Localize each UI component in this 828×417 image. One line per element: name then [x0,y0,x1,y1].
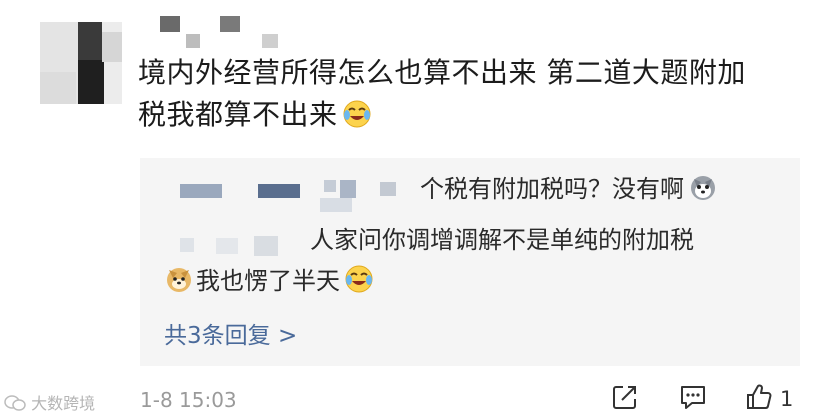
watermark: 大数跨境 [4,390,95,414]
laugh-cry-icon [342,99,372,129]
comment-text-line1: 境内外经营所得怎么也算不出来 第二道大题附加 [138,56,746,89]
timestamp: 1-8 15:03 [140,388,237,412]
like-button[interactable]: 1 [744,382,793,416]
reply1-text: 个税有附加税吗？没有啊 [420,175,684,203]
thumbs-up-icon [744,382,774,416]
comment-text: 境内外经营所得怎么也算不出来 第二道大题附加 税我都算不出来 [138,52,778,136]
comment-icon [678,382,708,416]
comment-avatar[interactable] [40,22,122,104]
like-count: 1 [780,387,794,411]
share-button[interactable] [610,382,640,416]
reply-box: 个税有附加税吗？没有啊 人家问你调增调解不是单纯的附加税 我也愣了半天 共3条回… [140,158,800,366]
view-more-replies-link[interactable]: 共3条回复 > [164,316,297,350]
wechat-icon [4,394,31,413]
watermark-text: 大数跨境 [31,394,96,413]
husky-icon [688,172,718,202]
reply2-text-a: 人家问你调增调解不是单纯的附加税 [310,226,694,254]
comment-text-line2: 税我都算不出来 [138,98,338,131]
doge-icon [164,264,194,294]
share-icon [610,382,640,416]
reply2-text-b: 我也愣了半天 [196,267,340,295]
comment-button[interactable] [678,382,708,416]
comment-username-blurred[interactable] [158,16,298,52]
laugh-cry-icon [344,264,374,294]
